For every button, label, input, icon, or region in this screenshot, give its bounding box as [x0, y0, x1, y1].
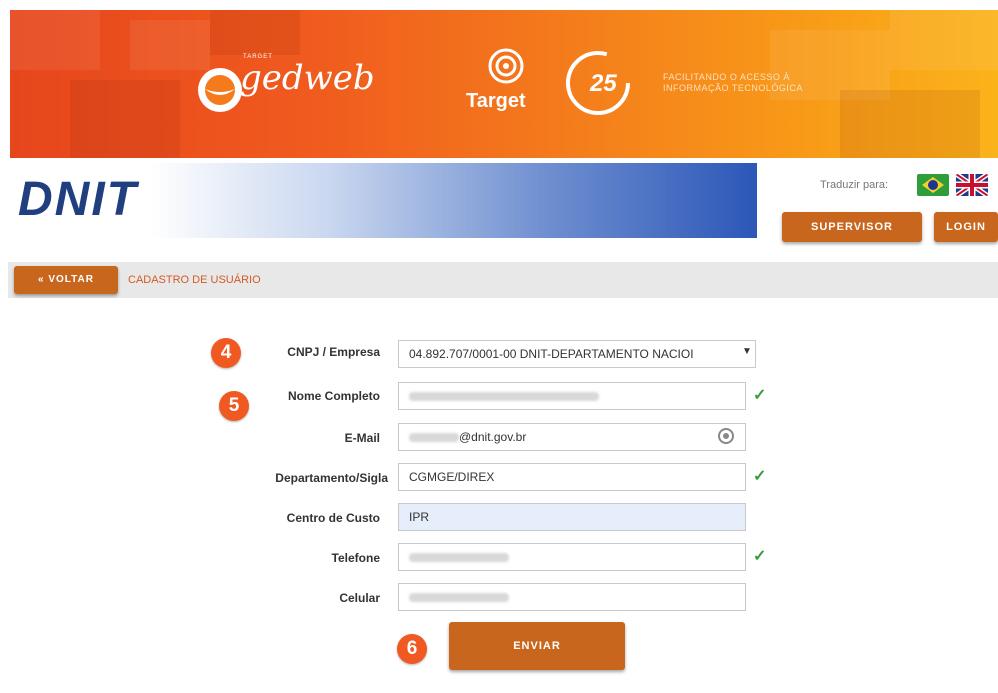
supervisor-button[interactable]: SUPERVISOR	[782, 212, 922, 242]
nome-valid-check-icon: ✓	[753, 387, 767, 404]
login-button[interactable]: LOGIN	[934, 212, 998, 242]
back-button[interactable]: « VOLTAR	[14, 266, 118, 294]
gedweb-wordmark: gedweb	[240, 58, 375, 98]
dnit-logo: DNIT	[18, 173, 138, 226]
departamento-input[interactable]: CGMGE/DIREX	[398, 463, 746, 491]
nome-completo-input[interactable]	[398, 382, 746, 410]
telefone-valid-check-icon: ✓	[753, 548, 767, 565]
gedweb-logo-icon	[198, 68, 242, 112]
anniversary-number: 25	[590, 70, 617, 97]
step-marker-6: 6	[397, 634, 427, 664]
celular-label: Celular	[339, 591, 380, 605]
chevron-down-icon: ▼	[742, 346, 752, 357]
header-gradient-band	[150, 163, 757, 238]
step-marker-5: 5	[219, 391, 249, 421]
celular-input[interactable]	[398, 583, 746, 611]
target-wordmark: Target	[466, 90, 526, 112]
telefone-input[interactable]	[398, 543, 746, 571]
step-marker-4: 4	[211, 338, 241, 368]
departamento-label: Departamento/Sigla	[275, 471, 388, 485]
breadcrumb-current: CADASTRO DE USUÁRIO	[128, 274, 261, 286]
cnpj-select[interactable]: 04.892.707/0001-00 DNIT-DEPARTAMENTO NAC…	[398, 340, 756, 368]
telefone-label: Telefone	[331, 551, 380, 565]
email-input[interactable]: @dnit.gov.br	[398, 423, 746, 451]
top-banner	[10, 10, 998, 158]
email-label: E-Mail	[344, 431, 380, 445]
banner-tagline: FACILITANDO O ACESSO À INFORMAÇÃO TECNOL…	[663, 72, 803, 93]
target-logo-icon	[488, 48, 524, 84]
centro-custo-label: Centro de Custo	[286, 511, 380, 525]
centro-custo-input[interactable]: IPR	[398, 503, 746, 531]
brazil-flag-icon[interactable]	[917, 174, 949, 196]
translate-label: Traduzir para:	[820, 179, 889, 191]
enviar-button[interactable]: ENVIAR	[449, 622, 625, 670]
departamento-valid-check-icon: ✓	[753, 468, 767, 485]
uk-flag-icon[interactable]	[956, 174, 988, 196]
email-lookup-icon[interactable]	[718, 428, 734, 444]
